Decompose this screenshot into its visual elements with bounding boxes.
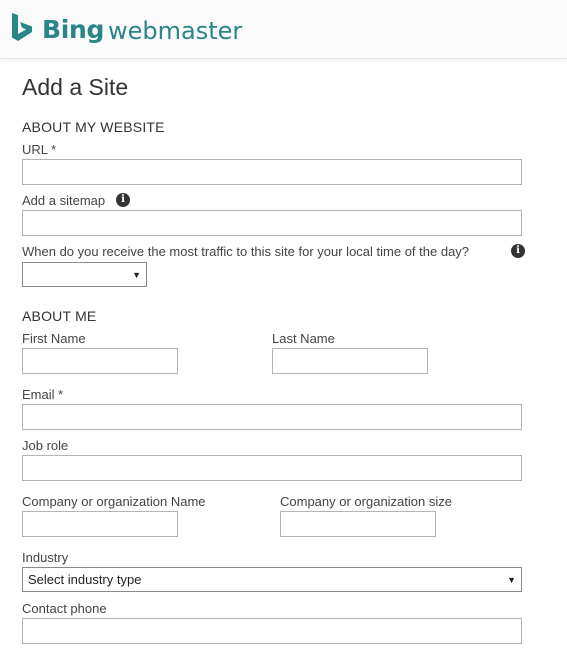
contact-phone-label: Contact phone bbox=[22, 601, 107, 616]
email-label: Email * bbox=[22, 387, 64, 402]
sitemap-label: Add a sitemap bbox=[22, 193, 106, 208]
first-name-label: First Name bbox=[22, 331, 86, 346]
sitemap-info-icon[interactable]: i bbox=[116, 193, 130, 207]
job-role-label: Job role bbox=[22, 438, 69, 453]
email-input[interactable] bbox=[22, 404, 522, 430]
job-role-input[interactable] bbox=[22, 455, 522, 481]
about-me-heading: ABOUT ME bbox=[22, 308, 97, 324]
first-name-input[interactable] bbox=[22, 348, 178, 374]
about-website-heading: ABOUT MY WEBSITE bbox=[22, 119, 165, 135]
url-label: URL * bbox=[22, 142, 57, 157]
industry-selected: Select industry type bbox=[28, 572, 142, 587]
industry-label: Industry bbox=[22, 550, 69, 565]
url-input[interactable] bbox=[22, 159, 522, 185]
contact-phone-input[interactable] bbox=[22, 618, 522, 644]
product-name[interactable]: webmaster bbox=[108, 14, 242, 48]
company-name-label: Company or organization Name bbox=[22, 494, 206, 509]
app-header: Bing webmaster bbox=[0, 0, 567, 59]
traffic-time-select[interactable]: ▼ bbox=[22, 262, 147, 287]
company-name-input[interactable] bbox=[22, 511, 178, 537]
traffic-label: When do you receive the most traffic to … bbox=[22, 244, 470, 259]
last-name-label: Last Name bbox=[272, 331, 335, 346]
page-title: Add a Site bbox=[22, 74, 129, 100]
company-size-label: Company or organization size bbox=[280, 494, 452, 509]
company-size-input[interactable] bbox=[280, 511, 436, 537]
last-name-input[interactable] bbox=[272, 348, 428, 374]
brand-name[interactable]: Bing bbox=[42, 13, 104, 47]
caret-down-icon: ▼ bbox=[507, 575, 516, 585]
caret-down-icon: ▼ bbox=[132, 270, 141, 280]
traffic-info-icon[interactable]: i bbox=[511, 244, 525, 258]
industry-select[interactable]: Select industry type ▼ bbox=[22, 567, 522, 592]
sitemap-input[interactable] bbox=[22, 210, 522, 236]
bing-logo-icon[interactable] bbox=[11, 13, 33, 43]
